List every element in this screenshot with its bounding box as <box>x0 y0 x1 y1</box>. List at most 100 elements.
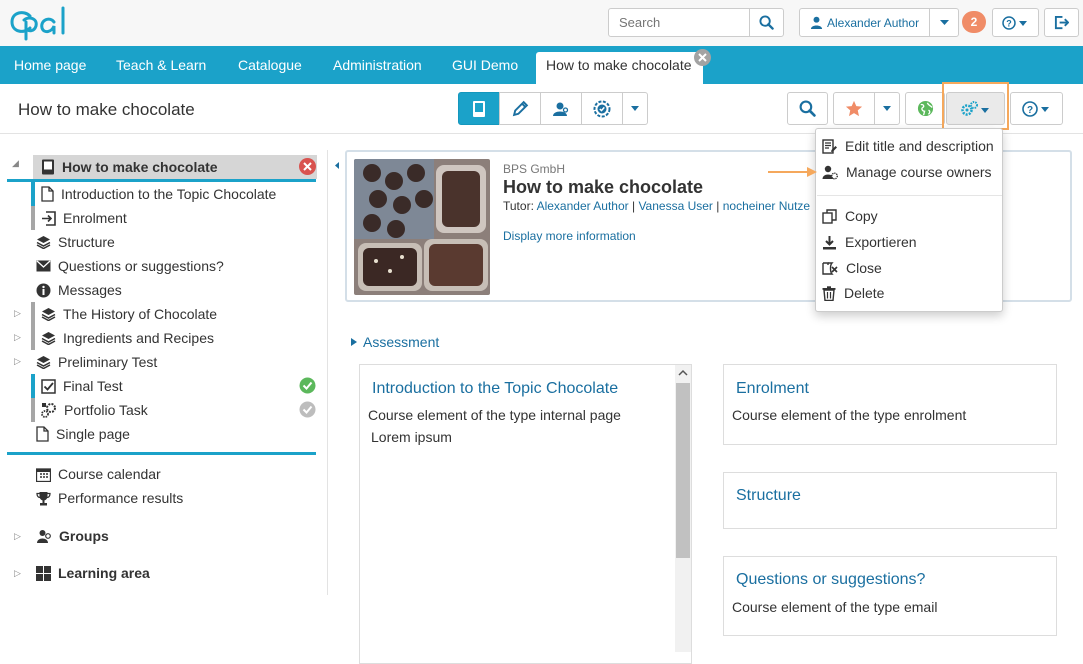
menu-item-manage-owners[interactable]: Manage course owners <box>822 160 992 184</box>
nav-gui-demo[interactable]: GUI Demo <box>452 46 518 84</box>
assessment-button[interactable] <box>581 92 623 125</box>
tree-item-questions[interactable]: Questions or suggestions? <box>36 254 224 278</box>
logout-icon <box>1054 15 1069 30</box>
tree-item-intro[interactable]: Introduction to the Topic Chocolate <box>41 182 276 206</box>
menu-item-edit-title[interactable]: Edit title and description <box>822 134 994 158</box>
search-input[interactable] <box>608 8 750 37</box>
logout-button[interactable] <box>1044 8 1079 37</box>
tutor-link[interactable]: Vanessa User <box>638 199 712 213</box>
envelope-icon <box>36 260 51 272</box>
tree-progress-bar <box>31 326 35 350</box>
groups-expander[interactable]: ▷ <box>14 531 21 542</box>
tree-item-ingredients[interactable]: Ingredients and Recipes <box>41 326 214 350</box>
caret-right-icon <box>351 338 357 346</box>
panel-scrollbar[interactable] <box>675 365 691 652</box>
menu-item-export[interactable]: Exportieren <box>822 230 917 254</box>
tree-item-history[interactable]: The History of Chocolate <box>41 302 217 326</box>
tree-item-label: Portfolio Task <box>64 402 148 418</box>
tree-expander[interactable]: ▷ <box>14 308 21 319</box>
info-icon <box>36 283 51 297</box>
enrolment-icon <box>42 210 56 226</box>
user-icon <box>810 16 823 29</box>
assessment-toggle[interactable]: Assessment <box>351 334 439 350</box>
panel-enrolment-title[interactable]: Enrolment <box>736 380 809 398</box>
tree-item-label: Single page <box>56 426 130 442</box>
tree-expander[interactable]: ▷ <box>14 332 21 343</box>
pencil-icon <box>512 100 528 117</box>
tree-root[interactable]: How to make chocolate <box>41 155 218 179</box>
panel-questions-title[interactable]: Questions or suggestions? <box>736 571 925 589</box>
bookmark-caret[interactable] <box>874 92 900 125</box>
tool-label: Course calendar <box>58 466 161 482</box>
star-icon <box>845 100 863 117</box>
tree-item-enrolment[interactable]: Enrolment <box>41 206 127 230</box>
tree-border <box>327 150 328 595</box>
tool-label: Performance results <box>58 490 184 506</box>
collapse-menu-arrow[interactable] <box>330 150 344 180</box>
nav-catalogue[interactable]: Catalogue <box>238 46 302 84</box>
tree-item-label: Ingredients and Recipes <box>63 330 214 346</box>
course-help-button[interactable]: ? <box>1010 92 1063 125</box>
tab-course[interactable]: How to make chocolate <box>536 52 703 84</box>
tree-learning-area[interactable]: Learning area <box>36 561 150 585</box>
user-menu-caret[interactable] <box>929 8 959 37</box>
settings-highlight-frame <box>942 82 1009 130</box>
bookmark-button[interactable] <box>833 92 875 125</box>
menu-divider <box>817 195 1002 196</box>
page-icon <box>36 426 49 442</box>
menu-item-label: Copy <box>845 208 878 224</box>
scrollbar-thumb[interactable] <box>676 383 690 558</box>
tree-item-messages[interactable]: Messages <box>36 278 122 302</box>
menu-item-delete[interactable]: Delete <box>822 281 884 305</box>
tree-item-label: Questions or suggestions? <box>58 258 224 274</box>
user-name: Alexander Author <box>827 15 920 30</box>
badge-icon <box>593 100 611 117</box>
course-view-button[interactable] <box>458 92 500 125</box>
tool-course-calendar[interactable]: Course calendar <box>36 462 161 486</box>
menu-item-copy[interactable]: Copy <box>822 204 878 228</box>
members-button[interactable] <box>540 92 582 125</box>
tab-close-button[interactable] <box>694 49 711 66</box>
nav-teach-learn[interactable]: Teach & Learn <box>116 46 206 84</box>
tree-item-structure[interactable]: Structure <box>36 230 115 254</box>
learning-area-label: Learning area <box>58 565 150 581</box>
search-button[interactable] <box>749 8 784 37</box>
display-more-info-link[interactable]: Display more information <box>503 229 636 243</box>
help-menu-button[interactable]: ? <box>992 8 1039 37</box>
tutor-link[interactable]: Alexander Author <box>537 199 629 213</box>
menu-item-label: Delete <box>844 285 885 301</box>
course-editor-button[interactable] <box>499 92 541 125</box>
tutor-link[interactable]: nocheiner Nutze <box>723 199 810 213</box>
panel-structure-title[interactable]: Structure <box>736 487 801 505</box>
assessment-label: Assessment <box>363 334 440 350</box>
tree-item-final-test[interactable]: Final Test <box>41 374 123 398</box>
tree-groups[interactable]: Groups <box>36 524 109 548</box>
notification-badge[interactable]: 2 <box>962 11 986 33</box>
tab-course-label: How to make chocolate <box>546 57 692 73</box>
nav-administration[interactable]: Administration <box>333 46 422 84</box>
tree-item-preliminary-test[interactable]: Preliminary Test <box>36 350 157 374</box>
publish-status-button[interactable] <box>905 92 945 125</box>
tool-performance-results[interactable]: Performance results <box>36 486 183 510</box>
user-menu-button[interactable]: Alexander Author <box>799 8 930 37</box>
openolat-logo[interactable] <box>8 6 82 42</box>
checkbox-icon <box>41 378 56 394</box>
root-expander[interactable]: ◢ <box>12 158 19 169</box>
menu-item-label: Close <box>846 260 882 276</box>
tree-item-single-page[interactable]: Single page <box>36 422 130 446</box>
panel-intro-title[interactable]: Introduction to the Topic Chocolate <box>372 380 618 398</box>
menu-item-close[interactable]: Close <box>822 256 882 280</box>
panel-enrolment[interactable] <box>723 364 1057 445</box>
close-course-icon[interactable] <box>299 158 316 175</box>
tree-item-label: Preliminary Test <box>58 354 158 370</box>
course-search-button[interactable] <box>787 92 828 125</box>
tree-item-label: Final Test <box>63 378 123 394</box>
panel-enrolment-subtitle: Course element of the type enrolment <box>732 407 967 423</box>
tree-progress-bar <box>31 182 35 206</box>
panel-questions[interactable] <box>723 556 1057 636</box>
tree-expander[interactable]: ▷ <box>14 356 21 367</box>
tree-item-portfolio[interactable]: Portfolio Task <box>41 398 148 422</box>
learning-area-expander[interactable]: ▷ <box>14 568 21 579</box>
nav-home[interactable]: Home page <box>14 46 86 84</box>
more-tools-caret[interactable] <box>622 92 648 125</box>
